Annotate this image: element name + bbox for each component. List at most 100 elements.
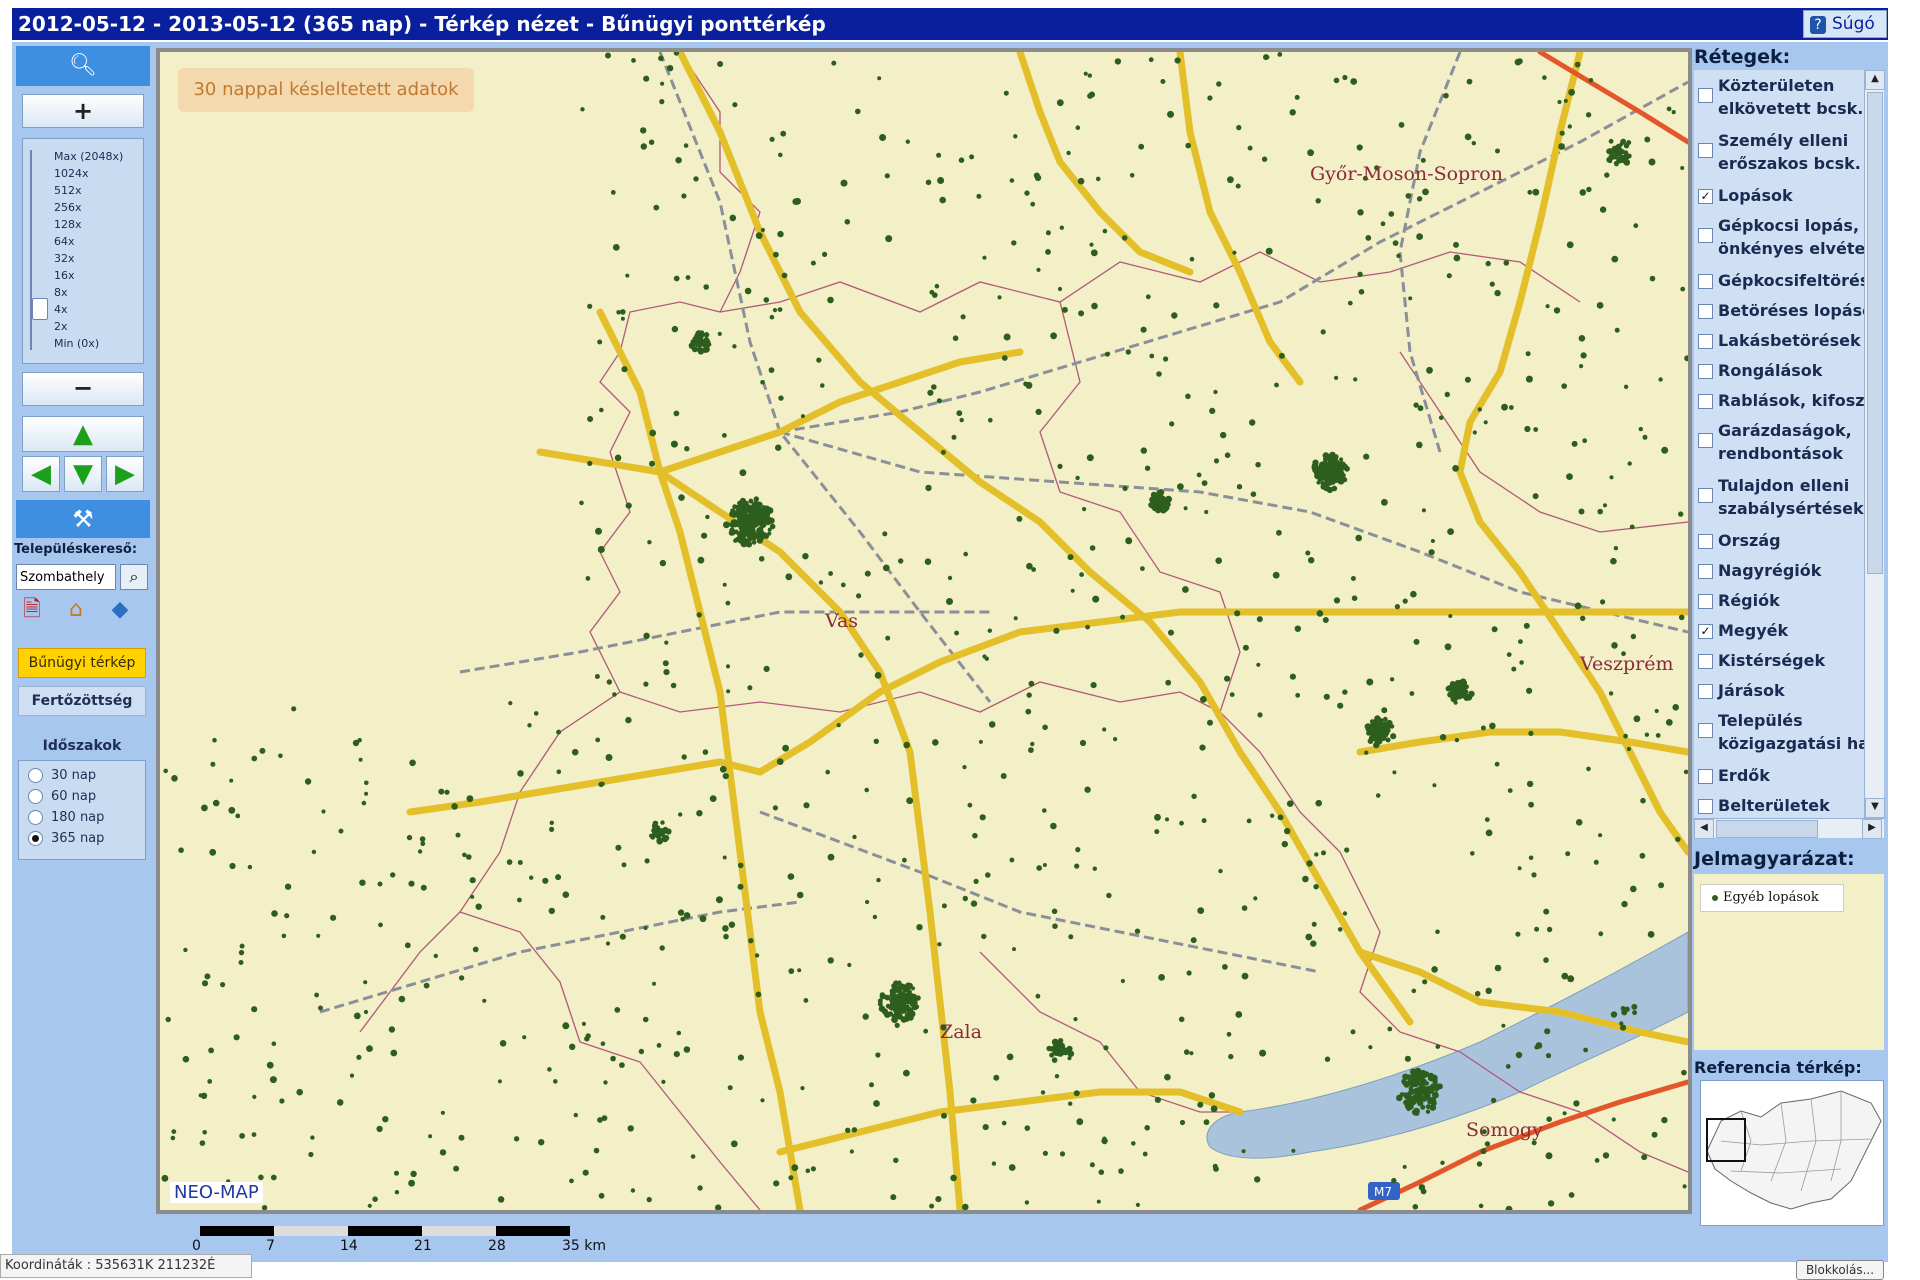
map-canvas[interactable]: M7 Győr-Moson-Sopron Vas Veszprém Zala S… xyxy=(160,52,1688,1210)
zoom-level-label[interactable]: Min (0x) xyxy=(54,335,146,352)
pan-up-button[interactable]: ▲ xyxy=(22,416,144,452)
scroll-right-icon[interactable]: ▶ xyxy=(1862,819,1882,839)
crime-point xyxy=(1427,1085,1432,1090)
layer-checkbox[interactable] xyxy=(1698,654,1713,669)
layer-item[interactable]: Nagyrégiók xyxy=(1698,559,1864,582)
crime-point xyxy=(330,914,337,921)
layer-checkbox[interactable] xyxy=(1698,304,1713,319)
period-radio[interactable] xyxy=(28,810,43,825)
crime-point xyxy=(1256,662,1261,667)
period-option[interactable]: 60 nap xyxy=(28,787,96,807)
layer-checkbox[interactable] xyxy=(1698,274,1713,289)
scroll-left-icon[interactable]: ◀ xyxy=(1694,819,1714,839)
hscroll-thumb[interactable] xyxy=(1716,820,1818,838)
zoom-level-label[interactable]: 256x xyxy=(54,199,146,216)
pdf-icon[interactable]: 🗎︎ xyxy=(18,596,46,624)
infection-button[interactable]: Fertőzöttség xyxy=(18,686,146,716)
help-button[interactable]: ? Súgó xyxy=(1803,10,1887,38)
zoom-in-button[interactable]: + xyxy=(22,94,144,128)
zoom-slider-thumb[interactable] xyxy=(32,298,48,320)
layer-item[interactable]: Garázdaságok, rendbontások xyxy=(1698,419,1864,465)
layer-item[interactable]: Gépkocsifeltörés xyxy=(1698,269,1864,292)
layers-vertical-scrollbar[interactable]: ▲ ▼ xyxy=(1864,70,1885,818)
layer-checkbox[interactable] xyxy=(1698,143,1713,158)
period-option[interactable]: 180 nap xyxy=(28,808,104,828)
layer-checkbox[interactable] xyxy=(1698,594,1713,609)
reference-map[interactable] xyxy=(1700,1080,1884,1226)
layer-checkbox[interactable] xyxy=(1698,394,1713,409)
layer-item[interactable]: Személy elleni erőszakos bcsk. xyxy=(1698,129,1864,175)
zoom-level-label[interactable]: 4x xyxy=(54,301,146,318)
zoom-level-label[interactable]: Max (2048x) xyxy=(54,148,146,165)
layer-item[interactable]: Tulajdon elleni szabálysértések xyxy=(1698,474,1864,520)
crime-point xyxy=(1597,508,1603,515)
home-icon[interactable]: ⌂ xyxy=(62,596,90,624)
layer-item[interactable]: Járások xyxy=(1698,679,1864,702)
layer-item[interactable]: Rongálások xyxy=(1698,359,1864,382)
layer-item[interactable]: ✓ Lopások xyxy=(1698,184,1864,207)
layer-item[interactable]: Település közigazgatási hat xyxy=(1698,709,1864,755)
layer-checkbox[interactable] xyxy=(1698,228,1713,243)
layer-checkbox[interactable]: ✓ xyxy=(1698,189,1713,204)
settlement-search-input[interactable] xyxy=(16,564,116,590)
map-svg[interactable]: M7 Győr-Moson-Sopron Vas Veszprém Zala S… xyxy=(160,52,1688,1210)
scroll-up-icon[interactable]: ▲ xyxy=(1865,70,1885,90)
crime-point xyxy=(1356,144,1363,151)
layer-checkbox[interactable]: ✓ xyxy=(1698,624,1713,639)
layer-checkbox[interactable] xyxy=(1698,88,1713,103)
zoom-level-label[interactable]: 64x xyxy=(54,233,146,250)
layer-item[interactable]: Betöréses lopáso xyxy=(1698,299,1864,322)
crime-point xyxy=(1278,352,1285,359)
layer-checkbox[interactable] xyxy=(1698,769,1713,784)
layers-horizontal-scrollbar[interactable]: ◀ ▶ xyxy=(1694,818,1884,839)
pan-down-button[interactable]: ▼ xyxy=(64,456,102,492)
period-radio[interactable] xyxy=(28,789,43,804)
zoom-level-label[interactable]: 128x xyxy=(54,216,146,233)
layers-list[interactable]: Közterületen elkövetett bcsk. Személy elle… xyxy=(1694,70,1864,818)
scroll-thumb[interactable] xyxy=(1867,92,1883,574)
layer-item[interactable]: Régiók xyxy=(1698,589,1864,612)
layer-checkbox[interactable] xyxy=(1698,534,1713,549)
zoom-level-label[interactable]: 8x xyxy=(54,284,146,301)
crime-point xyxy=(780,130,787,137)
layer-item[interactable]: Gépkocsi lopás, j önkényes elvétele xyxy=(1698,214,1864,260)
layer-checkbox[interactable] xyxy=(1698,364,1713,379)
country-map-icon[interactable]: ◆ xyxy=(106,596,134,624)
layer-item[interactable]: Kistérségek xyxy=(1698,649,1864,672)
settlement-search-button[interactable]: ⌕ xyxy=(120,564,148,590)
pan-right-button[interactable]: ▶ xyxy=(106,456,144,492)
layer-checkbox[interactable] xyxy=(1698,334,1713,349)
layer-item[interactable]: Lakásbetörések xyxy=(1698,329,1864,352)
layer-item[interactable]: Belterületek xyxy=(1698,794,1864,817)
period-radio[interactable] xyxy=(28,768,43,783)
layer-checkbox[interactable] xyxy=(1698,488,1713,503)
layer-item[interactable]: ✓ Megyék xyxy=(1698,619,1864,642)
zoom-out-button[interactable]: − xyxy=(22,372,144,406)
layer-checkbox[interactable] xyxy=(1698,723,1713,738)
zoom-slider-track[interactable] xyxy=(30,150,44,350)
reference-map-svg[interactable] xyxy=(1701,1081,1885,1227)
crime-point xyxy=(1363,453,1370,460)
zoom-level-label[interactable]: 32x xyxy=(54,250,146,267)
period-radio[interactable] xyxy=(28,831,43,846)
layer-checkbox[interactable] xyxy=(1698,799,1713,814)
layer-checkbox[interactable] xyxy=(1698,564,1713,579)
zoom-level-label[interactable]: 512x xyxy=(54,182,146,199)
crime-map-button[interactable]: Bűnügyi térkép xyxy=(18,648,146,678)
scroll-down-icon[interactable]: ▼ xyxy=(1865,798,1885,818)
period-option[interactable]: 30 nap xyxy=(28,766,96,786)
layer-item[interactable]: Erdők xyxy=(1698,764,1864,787)
tools-header[interactable]: ⚒ xyxy=(16,500,150,538)
pan-left-button[interactable]: ◀ xyxy=(22,456,60,492)
zoom-level-label[interactable]: 1024x xyxy=(54,165,146,182)
layer-checkbox[interactable] xyxy=(1698,433,1713,448)
layer-item[interactable]: Ország xyxy=(1698,529,1864,552)
crime-point xyxy=(776,758,784,765)
period-option[interactable]: 365 nap xyxy=(28,829,104,849)
layer-checkbox[interactable] xyxy=(1698,684,1713,699)
layer-item[interactable]: Rablások, kifoszt xyxy=(1698,389,1864,412)
zoom-level-label[interactable]: 2x xyxy=(54,318,146,335)
crime-point xyxy=(497,1079,502,1084)
layer-item[interactable]: Közterületen elkövetett bcsk. xyxy=(1698,74,1864,120)
zoom-level-label[interactable]: 16x xyxy=(54,267,146,284)
